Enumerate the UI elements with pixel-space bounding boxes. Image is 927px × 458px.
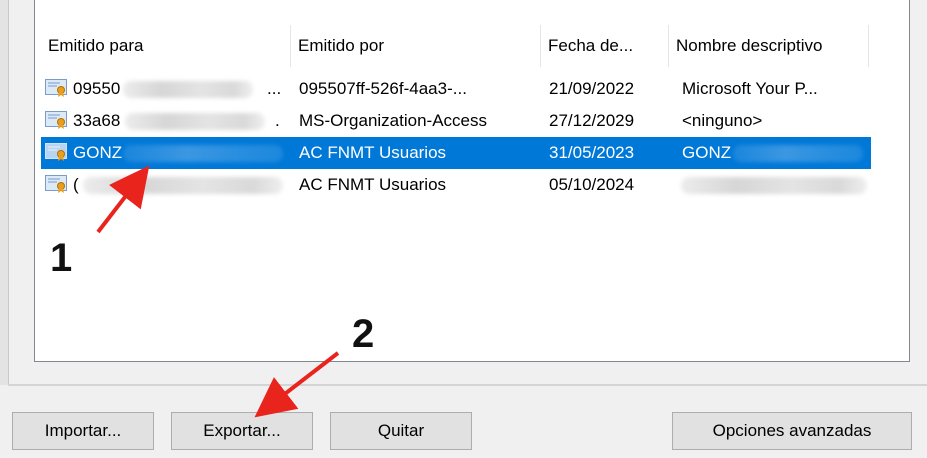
redacted-text [733, 145, 863, 162]
table-row[interactable]: 09550 ... 095507ff-526f-4aa3-... 21/09/2… [41, 73, 871, 105]
date-cell: 27/12/2029 [549, 111, 635, 130]
redacted-text [681, 177, 867, 194]
redacted-text [123, 145, 283, 162]
friendly-name-cell: GONZ [682, 143, 732, 162]
certificate-icon [45, 175, 67, 193]
panel-edge [0, 0, 9, 385]
issued-to-cell: 33a68 [73, 111, 121, 130]
issued-by-cell: AC FNMT Usuarios [299, 143, 447, 162]
column-header-issued-to[interactable]: Emitido para [41, 25, 291, 67]
column-header-issued-by[interactable]: Emitido por [291, 25, 541, 67]
issued-by-cell: MS-Organization-Access [299, 111, 488, 130]
table-row-selected[interactable]: GONZ AC FNMT Usuarios 31/05/2023 GONZ [41, 137, 871, 169]
table-row[interactable]: 33a68 . MS-Organization-Access 27/12/202… [41, 105, 871, 137]
issued-to-ellipsis: . [275, 111, 280, 130]
column-header-date[interactable]: Fecha de... [541, 25, 669, 67]
annotation-step-1: 1 [50, 236, 73, 280]
remove-button[interactable]: Quitar [330, 412, 472, 450]
date-cell: 21/09/2022 [549, 79, 635, 98]
friendly-name-cell: <ninguno> [682, 111, 763, 130]
panel-divider [8, 384, 927, 386]
issued-to-cell: 09550 [73, 79, 121, 98]
table-row[interactable]: ( AC FNMT Usuarios 05/10/2024 [41, 169, 871, 201]
certificate-icon [45, 111, 67, 129]
list-header: Emitido para Emitido por Fecha de... Nom… [35, 25, 909, 67]
redacted-text [123, 81, 253, 98]
import-button[interactable]: Importar... [12, 412, 154, 450]
issued-to-ellipsis: ... [267, 79, 282, 98]
advanced-options-button[interactable]: Opciones avanzadas [672, 412, 912, 450]
annotation-step-2: 2 [352, 312, 375, 356]
issued-to-cell: ( [73, 175, 79, 194]
friendly-name-cell: Microsoft Your P... [682, 79, 818, 98]
date-cell: 05/10/2024 [549, 175, 635, 194]
date-cell: 31/05/2023 [549, 143, 635, 162]
issued-to-cell: GONZ [73, 143, 123, 162]
export-button[interactable]: Exportar... [171, 412, 313, 450]
column-header-friendly-name[interactable]: Nombre descriptivo [669, 25, 869, 67]
redacted-text [125, 113, 265, 130]
issued-by-cell: 095507ff-526f-4aa3-... [299, 79, 467, 98]
certificate-icon [45, 79, 67, 97]
certificate-icon [45, 143, 67, 161]
certificate-list[interactable]: Emitido para Emitido por Fecha de... Nom… [34, 0, 910, 362]
redacted-text [83, 177, 283, 194]
issued-by-cell: AC FNMT Usuarios [299, 175, 447, 194]
certificates-panel: Emitido para Emitido por Fecha de... Nom… [0, 0, 927, 386]
